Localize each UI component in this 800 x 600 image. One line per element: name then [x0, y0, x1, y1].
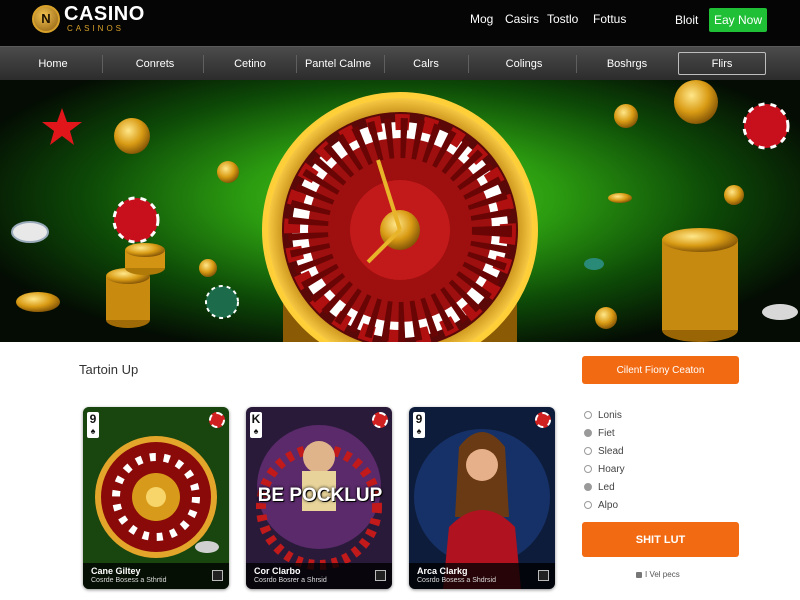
- top-header: N CASINO CASINOS Mog Casirs Tostlo Fottu…: [0, 0, 800, 46]
- radio-icon[interactable]: [584, 447, 592, 455]
- top-link-2[interactable]: Casirs: [505, 12, 539, 26]
- card-title: Arca Clarkg: [417, 566, 468, 576]
- play-now-button[interactable]: Eay Now: [709, 8, 767, 32]
- chip-white-icon: [11, 221, 49, 243]
- main-nav: Home Conrets Cetino Pantel Calme Calrs C…: [0, 46, 800, 80]
- card-title: Cor Clarbo: [254, 566, 301, 576]
- nav-item-6[interactable]: Colings: [486, 47, 562, 81]
- game-card-2[interactable]: BE POCKLUP K ♠ Cor Clarbo Cosrdo Bosrer a…: [246, 407, 392, 589]
- filter-option[interactable]: Alpo: [584, 498, 704, 512]
- chip-red-icon: [112, 196, 160, 244]
- filter-option[interactable]: Lonis: [584, 408, 704, 422]
- card-subtitle: Cosrde Bosess a Sthrtid: [91, 577, 167, 584]
- nav-item-home[interactable]: Home: [18, 47, 88, 81]
- card-action-button[interactable]: [538, 570, 549, 581]
- card-art-text: BE POCKLUP: [257, 485, 383, 506]
- filter-option[interactable]: Hoary: [584, 462, 704, 476]
- card-subtitle: Cosrdo Bosrer a Shrsid: [254, 577, 327, 584]
- footer-note-text: I Vel pecs: [645, 570, 680, 579]
- coin-stack-left-icon: [106, 243, 165, 328]
- logo-title: CASINO: [64, 3, 145, 25]
- top-link-4[interactable]: Fottus: [593, 12, 626, 26]
- nav-divider: [102, 55, 103, 73]
- roulette-art-icon: [83, 407, 229, 589]
- filter-option-label: Alpo: [598, 499, 619, 511]
- chip-green-icon: [205, 285, 239, 319]
- site-logo[interactable]: N CASINO CASINOS: [32, 4, 145, 33]
- section-title: Tartoin Up: [79, 362, 139, 377]
- nav-divider: [468, 55, 469, 73]
- dealer-art-icon: [409, 407, 555, 589]
- hero-illustration: [11, 80, 798, 342]
- nav-item-boxed[interactable]: Flirs: [678, 52, 766, 75]
- chip-teal-icon: [584, 258, 604, 270]
- lock-icon: [636, 571, 642, 578]
- coin-stack-right-icon: [662, 228, 738, 342]
- star-icon: [42, 108, 82, 145]
- radio-icon[interactable]: [584, 411, 592, 419]
- card-title: Cane Giltey: [91, 566, 141, 576]
- filter-option-label: Lonis: [598, 409, 622, 421]
- filter-option[interactable]: Slead: [584, 444, 704, 458]
- top-link-3[interactable]: Tostlo: [547, 12, 578, 26]
- filter-option-label: Fiet: [598, 427, 615, 439]
- radio-icon[interactable]: [584, 501, 592, 509]
- hero-banner: [0, 80, 800, 342]
- filter-option-label: Hoary: [598, 463, 625, 475]
- nav-item-3[interactable]: Cetino: [216, 47, 284, 81]
- radio-icon[interactable]: [584, 429, 592, 437]
- chip-icon: [209, 412, 225, 428]
- nav-divider: [576, 55, 577, 73]
- card-rank: K ♠: [250, 412, 262, 438]
- nav-item-4[interactable]: Pantel Calme: [300, 47, 376, 81]
- chip-white-icon: [762, 304, 798, 320]
- footer-note: I Vel pecs: [636, 570, 680, 579]
- nav-item-5[interactable]: Calrs: [394, 47, 458, 81]
- card-action-button[interactable]: [375, 570, 386, 581]
- nav-divider: [203, 55, 204, 73]
- game-card-3[interactable]: 9 ♠ Arca Clarkg Cosrdo Bosess a Shdrsid: [409, 407, 555, 589]
- card-caption: Arca Clarkg Cosrdo Bosess a Shdrsid: [409, 563, 555, 589]
- card-subtitle: Cosrdo Bosess a Shdrsid: [417, 577, 496, 584]
- game-card-1[interactable]: 9 ♠ Cane Giltey Cosrde Bosess a Sthrtid: [83, 407, 229, 589]
- card-rank: 9 ♠: [87, 412, 99, 438]
- nav-item-2[interactable]: Conrets: [118, 47, 192, 81]
- filter-button[interactable]: Cilent Fiony Ceaton: [582, 356, 739, 384]
- filter-option[interactable]: Fiet: [584, 426, 704, 440]
- sign-in-link[interactable]: Bloit: [675, 13, 698, 27]
- logo-subtitle: CASINOS: [67, 24, 125, 33]
- chip-red-icon: [742, 102, 790, 150]
- roulette-wheel-icon: [262, 92, 538, 342]
- card-rank: 9 ♠: [413, 412, 425, 438]
- chip-icon: [372, 412, 388, 428]
- filter-option[interactable]: Led: [584, 480, 704, 494]
- logo-text: CASINO CASINOS: [64, 4, 145, 33]
- filter-option-label: Led: [598, 481, 615, 493]
- nav-item-7[interactable]: Boshrgs: [592, 47, 662, 81]
- radio-icon[interactable]: [584, 465, 592, 473]
- top-link-1[interactable]: Mog: [470, 12, 493, 26]
- radio-icon[interactable]: [584, 483, 592, 491]
- nav-divider: [384, 55, 385, 73]
- submit-button[interactable]: SHIT LUT: [582, 522, 739, 557]
- card-caption: Cane Giltey Cosrde Bosess a Sthrtid: [83, 563, 229, 589]
- logo-badge-icon: N: [32, 4, 60, 33]
- filter-option-label: Slead: [598, 445, 624, 457]
- nav-divider: [296, 55, 297, 73]
- card-caption: Cor Clarbo Cosrdo Bosrer a Shrsid: [246, 563, 392, 589]
- card-action-button[interactable]: [212, 570, 223, 581]
- chip-icon: [535, 412, 551, 428]
